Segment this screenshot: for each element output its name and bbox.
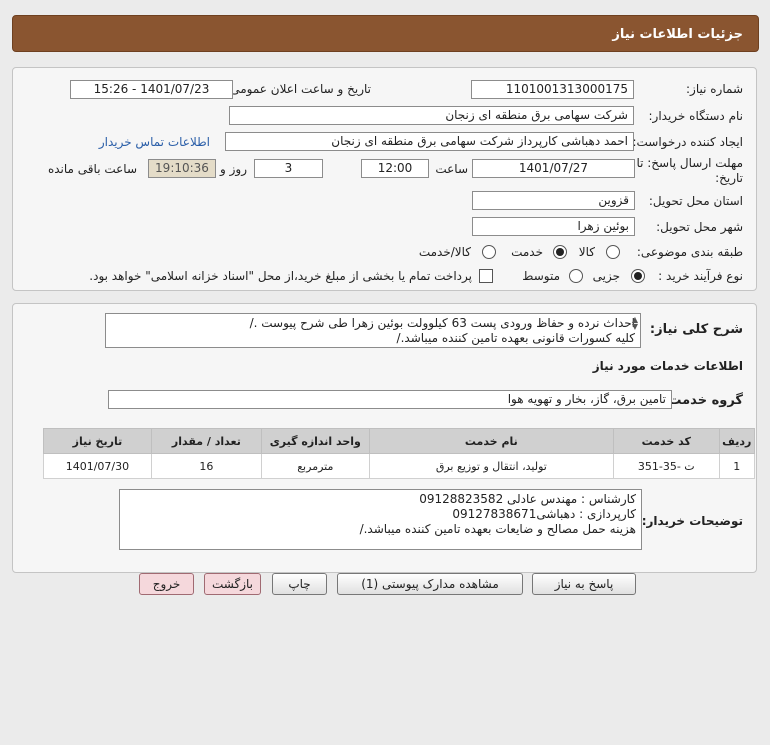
process-medium-radio[interactable] xyxy=(569,269,583,283)
need-details-panel: شماره نیاز: 1101001313000175 تاریخ و ساع… xyxy=(12,67,757,291)
services-section-title: اطلاعات خدمات مورد نیاز xyxy=(592,359,743,373)
buyer-label: نام دستگاه خریدار: xyxy=(648,109,744,123)
buyer-notes-label: توضیحات خریدار: xyxy=(641,514,743,528)
category-label: طبقه بندی موضوعی: xyxy=(636,245,743,259)
process-partial-radio[interactable] xyxy=(631,269,645,283)
deadline-date-label: تاریخ: xyxy=(715,171,743,185)
process-partial-label: جزیی xyxy=(592,269,620,283)
category-service-label: خدمت xyxy=(511,245,543,259)
deadline-time-label: ساعت xyxy=(435,162,468,176)
cell-service-name: تولید، انتقال و توزیع برق xyxy=(368,453,614,479)
buyer-notes-line-3: هزینه حمل مصالح و ضایعات بعهده تامین کنن… xyxy=(359,522,636,536)
table-header-row: ردیف کد خدمت نام خدمت واحد اندازه گیری ت… xyxy=(43,428,756,454)
creator-field: احمد دهباشی کارپرداز شرکت سهامی برق منطق… xyxy=(225,132,634,151)
announce-label: تاریخ و ساعت اعلان عمومی: xyxy=(226,82,371,96)
deadline-label: مهلت ارسال پاسخ: تا xyxy=(636,156,743,170)
remaining-time-label: ساعت باقی مانده xyxy=(47,162,137,176)
days-field: 3 xyxy=(254,159,323,178)
exit-button[interactable]: خروج xyxy=(139,573,194,595)
creator-label: ایجاد کننده درخواست: xyxy=(632,135,743,149)
cell-need-date: 1401/07/30 xyxy=(43,453,152,479)
view-attachments-button[interactable]: مشاهده مدارک پیوستی (1) xyxy=(337,573,523,595)
process-medium-label: متوسط xyxy=(522,269,560,283)
col-service-code: کد خدمت xyxy=(612,428,720,454)
category-goods-radio[interactable] xyxy=(606,245,620,259)
services-table: ردیف کد خدمت نام خدمت واحد اندازه گیری ت… xyxy=(43,428,756,479)
category-both-label: کالا/خدمت xyxy=(418,245,471,259)
col-need-date: تاریخ نیاز xyxy=(43,428,152,454)
col-row: ردیف xyxy=(718,428,756,454)
reply-button[interactable]: پاسخ به نیاز xyxy=(532,573,636,595)
description-line-1: احداث نرده و حفاظ ورودی پست 63 کیلوولت ب… xyxy=(249,316,635,330)
buyer-contact-link[interactable]: اطلاعات تماس خریدار xyxy=(99,135,210,149)
buyer-notes-line-2: کارپردازی : دهباشی09127838671 xyxy=(452,507,636,521)
city-field: بوئین زهرا xyxy=(472,217,635,236)
category-service-radio[interactable] xyxy=(553,245,567,259)
col-service-name: نام خدمت xyxy=(368,428,614,454)
province-field: قزوین xyxy=(472,191,635,210)
page-header: جزئیات اطلاعات نیاز xyxy=(12,15,759,52)
cell-unit: مترمربع xyxy=(260,453,370,479)
days-label: روز و xyxy=(220,162,247,176)
treasury-payment-note: پرداخت تمام یا بخشی از مبلغ خرید،از محل … xyxy=(89,269,472,283)
description-textarea: ▲ ▼ احداث نرده و حفاظ ورودی پست 63 کیلوول… xyxy=(105,313,641,348)
table-row[interactable]: 1 ت -35-351 تولید، انتقال و توزیع برق مت… xyxy=(43,453,756,479)
buyer-field: شرکت سهامی برق منطقه ای زنجان xyxy=(229,106,634,125)
cell-quantity: 16 xyxy=(150,453,262,479)
deadline-date-field: 1401/07/27 xyxy=(472,159,635,178)
print-button[interactable]: چاپ xyxy=(272,573,327,595)
buyer-notes-line-1: کارشناس : مهندس عادلی 09128823582 xyxy=(419,492,636,506)
cell-row: 1 xyxy=(718,453,756,479)
announce-field: 1401/07/23 - 15:26 xyxy=(70,80,233,99)
province-label: استان محل تحویل: xyxy=(648,194,743,208)
description-label: شرح کلی نیاز: xyxy=(649,322,743,337)
deadline-time-field: 12:00 xyxy=(361,159,429,178)
service-group-label: گروه خدمت: xyxy=(663,393,743,408)
back-button[interactable]: بازگشت xyxy=(204,573,261,595)
page-title: جزئیات اطلاعات نیاز xyxy=(612,27,743,42)
process-label: نوع فرآیند خرید : xyxy=(658,269,743,283)
remaining-time-field: 19:10:36 xyxy=(148,159,216,178)
service-group-field: تامین برق، گاز، بخار و تهویه هوا xyxy=(108,390,672,409)
category-goods-label: کالا xyxy=(578,245,595,259)
cell-service-code: ت -35-351 xyxy=(612,453,720,479)
buyer-notes-textarea: کارشناس : مهندس عادلی 09128823582 کارپرد… xyxy=(119,489,642,550)
treasury-payment-checkbox[interactable] xyxy=(479,269,493,283)
col-quantity: تعداد / مقدار xyxy=(150,428,262,454)
scroll-arrows-icon[interactable]: ▲ ▼ xyxy=(632,316,638,331)
need-description-panel: شرح کلی نیاز: ▲ ▼ احداث نرده و حفاظ ورودی… xyxy=(12,303,757,573)
need-number-field: 1101001313000175 xyxy=(471,80,634,99)
description-line-2: کلیه کسورات قانونی بعهده تامین کننده میب… xyxy=(396,331,635,345)
city-label: شهر محل تحویل: xyxy=(656,220,743,234)
need-number-label: شماره نیاز: xyxy=(686,82,743,96)
category-both-radio[interactable] xyxy=(482,245,496,259)
col-unit: واحد اندازه گیری xyxy=(260,428,370,454)
